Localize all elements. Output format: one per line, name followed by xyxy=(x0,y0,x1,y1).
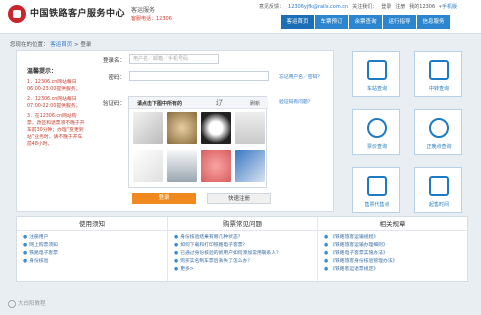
tips-title: 温馨提示： xyxy=(27,68,58,75)
forgot-password-link[interactable]: 忘记用户名／密码？ xyxy=(279,73,322,80)
captcha-question: 请点击下图中所有的 xyxy=(137,101,183,107)
captcha-box: 请点击下图中所有的 订 刷新 xyxy=(128,96,268,188)
service-delay-query[interactable]: 正晚点查询 xyxy=(414,109,462,155)
service-sale-time[interactable]: 起售时间 xyxy=(414,167,462,213)
tip-item: 3．在12306.cn网站购票，改签和退票须不晚于开车前30分钟；办理“变更到站… xyxy=(27,114,85,147)
service-label: 车站查询 xyxy=(366,86,387,92)
watermark: 大白阳教程 xyxy=(8,299,46,308)
price-icon xyxy=(367,118,387,138)
username-input[interactable]: 用户名／邮箱／手机号码 xyxy=(129,54,219,64)
info-column-usage: 使用须知 ● 注册用户 ● 网上购票须知 ● 铁路电子客票 ● 身份核验 xyxy=(17,217,167,283)
username-label: 登录名： xyxy=(102,58,125,64)
register-button[interactable]: 快速注册 xyxy=(207,193,271,204)
site-title[interactable]: 中国铁路客户服务中心 xyxy=(30,6,125,19)
captcha-tile-clock[interactable] xyxy=(133,112,163,144)
feedback-email-link[interactable]: 12306yjfk@rails.com.cn xyxy=(288,4,348,10)
info-link[interactable]: ● 《铁路旅客运输规程》 xyxy=(324,234,467,242)
service-ticket-office[interactable]: 售票代售点 xyxy=(352,167,400,213)
service-price-query[interactable]: 票价查询 xyxy=(352,109,400,155)
captcha-tile-ring[interactable] xyxy=(235,112,265,144)
info-link[interactable]: ● 铁路电子客票 xyxy=(23,250,167,258)
station-icon xyxy=(367,60,387,80)
login-button[interactable]: 登录 xyxy=(132,193,196,204)
login-panel: 温馨提示： 1．12306.cn网站每日06:00-23:00提供服务。 2．1… xyxy=(16,50,334,212)
info-link[interactable]: ● 《铁路旅客运输办理细则》 xyxy=(324,242,467,250)
breadcrumb-current: 登录 xyxy=(80,42,92,48)
top-bar: 意见反馈： 12306yjfk@rails.com.cn 关注我们： 登录 注册… xyxy=(259,3,442,11)
nav-home[interactable]: 客运首页 xyxy=(281,15,314,29)
captcha-help-link[interactable]: 验证码有问题？ xyxy=(279,98,313,105)
captcha-header: 请点击下图中所有的 订 刷新 xyxy=(129,97,268,109)
tip-item: 1．12306.cn网站每日06:00-23:00提供服务。 xyxy=(27,80,81,92)
breadcrumb-separator: > xyxy=(74,42,79,48)
calendar-icon xyxy=(429,176,449,196)
info-column-regulations: 相关规章 ● 《铁路旅客运输规程》 ● 《铁路旅客运输办理细则》 ● 《铁路电子客票实… xyxy=(317,217,467,283)
service-label: 起售时间 xyxy=(428,202,449,208)
service-label: 票价查询 xyxy=(366,144,387,150)
info-link[interactable]: ● 购买实名制车票后丢失了怎么办？ xyxy=(174,258,317,266)
site-subtitle: 客运服务 xyxy=(131,7,156,14)
tip-item: 2．12306.cn网站每日07:00-22:00提供服务。 xyxy=(27,97,81,109)
info-panel: 使用须知 ● 注册用户 ● 网上购票须知 ● 铁路电子客票 ● 身份核验 购票常见问题 … xyxy=(16,216,468,283)
nav-info-service[interactable]: 信息服务 xyxy=(417,15,450,29)
login-link[interactable]: 登录 xyxy=(381,3,391,10)
follow-us-link[interactable]: 关注我们： xyxy=(352,3,377,10)
info-link[interactable]: ● 《铁路客运退票规定》 xyxy=(324,266,467,274)
info-link[interactable]: ● 身份核验结果有哪几种状态？ xyxy=(174,234,317,242)
tips-box: 温馨提示： 1．12306.cn网站每日06:00-23:00提供服务。 2．1… xyxy=(27,66,85,151)
clock-icon xyxy=(429,118,449,138)
breadcrumb-home[interactable]: 客运首页 xyxy=(50,42,72,48)
nav-operation-guide[interactable]: 运行指导 xyxy=(383,15,416,29)
nav-ticket-booking[interactable]: 车票预订 xyxy=(315,15,348,29)
captcha-tile-phone[interactable] xyxy=(167,150,197,182)
info-link[interactable]: ● 如何下载和打印铁路电子客票？ xyxy=(174,242,317,250)
captcha-tile-container[interactable] xyxy=(235,150,265,182)
captcha-tile-nuts[interactable] xyxy=(167,112,197,144)
service-label: 中转查询 xyxy=(428,86,449,92)
service-label: 正晚点查询 xyxy=(426,144,452,150)
main-nav: 客运首页 车票预订 余票查询 运行指导 信息服务 xyxy=(281,15,451,29)
captcha-tile-mug[interactable] xyxy=(201,112,231,144)
password-input[interactable] xyxy=(129,71,269,81)
captcha-target-glyph: 订 xyxy=(215,99,222,107)
service-station-query[interactable]: 车站查询 xyxy=(352,51,400,97)
site-header: 中国铁路客户服务中心 客运服务 客服电话：12306 意见反馈： 12306yj… xyxy=(0,0,481,34)
hotline-text: 客服电话：12306 xyxy=(131,16,172,22)
service-label: 售票代售点 xyxy=(364,202,390,208)
watermark-logo-icon xyxy=(8,299,16,308)
captcha-label: 验证码： xyxy=(102,101,125,107)
transfer-icon xyxy=(429,60,449,80)
info-link[interactable]: ● 《铁路旅客身份核验管理办法》 xyxy=(324,258,467,266)
info-link[interactable]: ● 已通过身份核验的新用户如何添加常用联系人？ xyxy=(174,250,317,258)
phone-version-link[interactable]: 手机版 xyxy=(442,3,457,10)
column-title: 购票常见问题 xyxy=(168,217,317,231)
column-title: 使用须知 xyxy=(17,217,167,231)
captcha-refresh-button[interactable]: 刷新 xyxy=(250,100,260,107)
password-label: 密码： xyxy=(108,75,125,81)
register-link[interactable]: 注册 xyxy=(395,3,405,10)
info-link[interactable]: ● 网上购票须知 xyxy=(23,242,167,250)
more-link[interactable]: ● 更多> xyxy=(174,266,317,274)
my-12306-menu[interactable]: 我的12306 xyxy=(409,3,435,10)
ticket-office-icon xyxy=(367,176,387,196)
breadcrumb: 您现在的位置： 客运首页 > 登录 xyxy=(10,40,91,48)
service-grid: 车站查询 中转查询 票价查询 正晚点查询 售票代售点 起售时间 xyxy=(352,51,468,213)
info-link[interactable]: ● 注册用户 xyxy=(23,234,167,242)
feedback-label: 意见反馈： xyxy=(259,4,285,10)
service-transfer-query[interactable]: 中转查询 xyxy=(414,51,462,97)
captcha-tile-shoes[interactable] xyxy=(133,150,163,182)
railway-logo-icon[interactable] xyxy=(8,5,26,23)
column-title: 相关规章 xyxy=(318,217,467,231)
nav-ticket-query[interactable]: 余票查询 xyxy=(349,15,382,29)
captcha-tile-cake[interactable] xyxy=(201,150,231,182)
info-link[interactable]: ● 身份核验 xyxy=(23,258,167,266)
breadcrumb-prefix: 您现在的位置： xyxy=(10,42,49,48)
info-link[interactable]: ● 《铁路电子客票实施办法》 xyxy=(324,250,467,258)
info-column-faq: 购票常见问题 ● 身份核验结果有哪几种状态？ ● 如何下载和打印铁路电子客票？ ● 已… xyxy=(167,217,317,283)
